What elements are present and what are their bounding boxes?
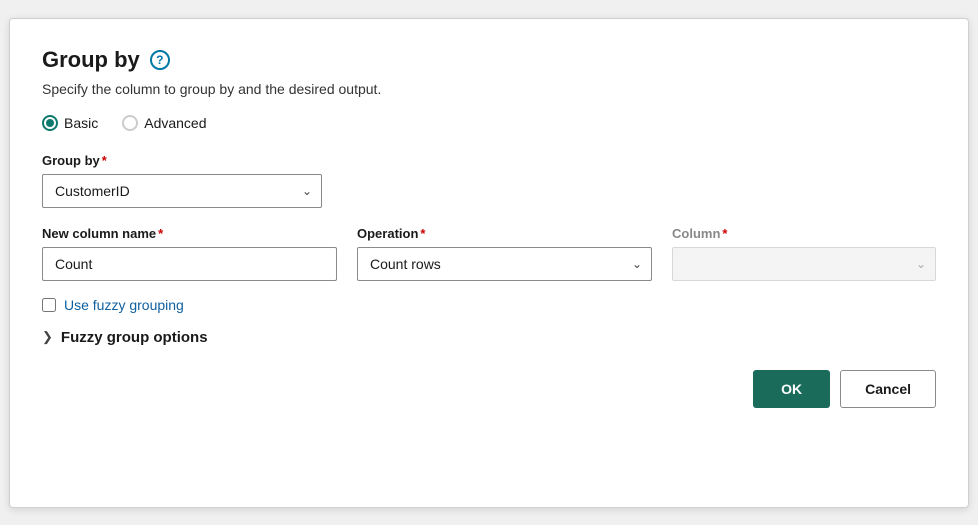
group-by-required-star: * bbox=[102, 153, 107, 168]
group-by-select[interactable]: CustomerID OrderID ProductID bbox=[42, 174, 322, 208]
fuzzy-group-chevron-icon[interactable]: ❯ bbox=[42, 329, 53, 345]
group-by-field-section: Group by* CustomerID OrderID ProductID ⌄ bbox=[42, 153, 936, 208]
multi-field-row: New column name* Operation* Count rows S… bbox=[42, 226, 936, 281]
radio-advanced-label[interactable]: Advanced bbox=[122, 115, 206, 131]
dialog-title: Group by bbox=[42, 47, 140, 73]
dialog-footer: OK Cancel bbox=[42, 370, 936, 408]
use-fuzzy-grouping-label[interactable]: Use fuzzy grouping bbox=[64, 297, 184, 313]
operation-select-wrapper: Count rows Sum Average Min Max Count dis… bbox=[357, 247, 652, 281]
column-label: Column* bbox=[672, 226, 936, 241]
fuzzy-check-row: Use fuzzy grouping bbox=[42, 297, 936, 313]
title-row: Group by ? bbox=[42, 47, 936, 73]
column-required-star: * bbox=[722, 226, 727, 241]
group-by-select-wrapper: CustomerID OrderID ProductID ⌄ bbox=[42, 174, 322, 208]
column-col: Column* ⌄ bbox=[672, 226, 936, 281]
new-column-name-label: New column name* bbox=[42, 226, 337, 241]
operation-label: Operation* bbox=[357, 226, 652, 241]
column-select-wrapper: ⌄ bbox=[672, 247, 936, 281]
radio-basic-input[interactable] bbox=[42, 115, 58, 131]
fuzzy-group-options-label[interactable]: Fuzzy group options bbox=[61, 329, 208, 346]
group-by-dialog: Group by ? Specify the column to group b… bbox=[9, 18, 969, 508]
help-icon[interactable]: ? bbox=[150, 50, 170, 70]
group-by-field-label: Group by* bbox=[42, 153, 936, 168]
radio-basic-label[interactable]: Basic bbox=[42, 115, 98, 131]
dialog-subtitle: Specify the column to group by and the d… bbox=[42, 81, 936, 97]
fuzzy-group-options-section[interactable]: ❯ Fuzzy group options bbox=[42, 329, 936, 346]
radio-basic-text: Basic bbox=[64, 115, 98, 131]
new-column-name-col: New column name* bbox=[42, 226, 337, 281]
radio-advanced-input[interactable] bbox=[122, 115, 138, 131]
mode-radio-group: Basic Advanced bbox=[42, 115, 936, 131]
column-select bbox=[672, 247, 936, 281]
cancel-button[interactable]: Cancel bbox=[840, 370, 936, 408]
radio-advanced-text: Advanced bbox=[144, 115, 206, 131]
new-column-required-star: * bbox=[158, 226, 163, 241]
ok-button[interactable]: OK bbox=[753, 370, 830, 408]
new-column-name-input[interactable] bbox=[42, 247, 337, 281]
operation-col: Operation* Count rows Sum Average Min Ma… bbox=[357, 226, 652, 281]
operation-required-star: * bbox=[420, 226, 425, 241]
operation-select[interactable]: Count rows Sum Average Min Max Count dis… bbox=[357, 247, 652, 281]
use-fuzzy-grouping-checkbox[interactable] bbox=[42, 298, 56, 312]
